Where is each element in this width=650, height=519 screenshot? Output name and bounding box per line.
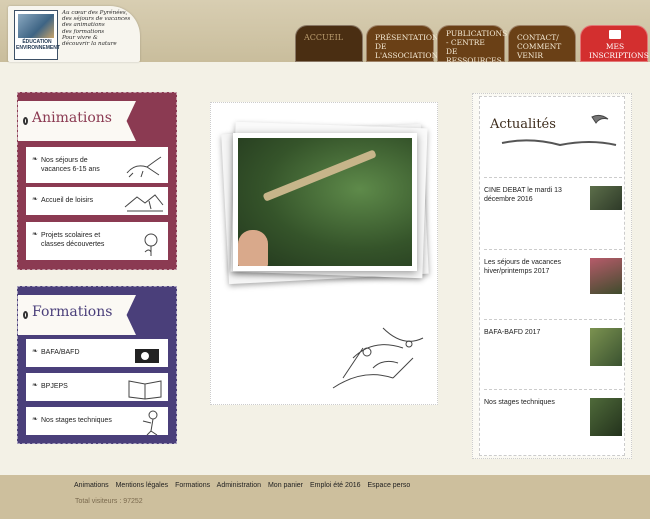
- featured-photo-panel: [210, 102, 438, 405]
- news-thumbnail: [590, 186, 622, 210]
- news-thumbnail: [590, 328, 622, 366]
- book-sketch-icon: [128, 380, 162, 400]
- logo-tagline: Au cœur des Pyrénées, des séjours de vac…: [62, 10, 140, 47]
- photo-image: [238, 138, 412, 266]
- formations-ribbon: Formations: [18, 295, 136, 335]
- animations-item-scolaires[interactable]: Projets scolaires et classes découvertes: [26, 222, 168, 260]
- item-label: BPJEPS: [41, 383, 68, 390]
- footer-link-espace-perso[interactable]: Espace perso: [368, 482, 411, 489]
- footer-link-formations[interactable]: Formations: [175, 482, 210, 489]
- person-sketch-icon: [142, 410, 158, 435]
- tab-presentation[interactable]: PRÉSENTATION DE L'ASSOCIATION: [366, 25, 439, 62]
- photo-hand: [238, 230, 268, 266]
- animations-title: Animations: [32, 110, 112, 126]
- formations-title: Formations: [32, 304, 113, 320]
- item-label: Accueil de loisirs: [41, 197, 94, 204]
- formations-item-stages[interactable]: Nos stages techniques: [26, 407, 168, 435]
- ornament-icon: [23, 117, 28, 125]
- camera-sketch-icon: [135, 349, 159, 363]
- tab-label: PUBLICATIONS - CENTRE DE RESSOURCES: [446, 29, 508, 65]
- visitor-count: Total visiteurs : 97252: [75, 498, 143, 505]
- news-thumbnail: [590, 398, 622, 436]
- tab-label: CONTACT/ COMMENT VENIR: [517, 33, 562, 60]
- bird-sketch-icon: [501, 114, 617, 147]
- news-item[interactable]: Nos stages techniques: [484, 389, 622, 451]
- item-label: BAFA/BAFD: [41, 349, 80, 356]
- flower-sketch-icon: [144, 233, 158, 256]
- site-logo[interactable]: ÉDUCATION ENVIRONNEMENT Au cœur des Pyré…: [8, 6, 140, 62]
- footer-link-panier[interactable]: Mon panier: [268, 482, 303, 489]
- formations-panel: Formations BAFA/BAFD BPJEPS Nos stages t…: [17, 286, 177, 444]
- tab-label: ACCUEIL: [304, 33, 344, 42]
- news-panel: Actualités CINE DEBAT le mardi 13 décemb…: [472, 93, 632, 459]
- animations-panel: Animations Nos séjours de vacances 6-15 …: [17, 92, 177, 270]
- news-text: CINE DEBAT le mardi 13 décembre 2016: [484, 187, 562, 203]
- plant-sketch-icon: [332, 327, 424, 389]
- news-text: Les séjours de vacances hiver/printemps …: [484, 259, 562, 275]
- item-label: Projets scolaires et classes découvertes: [41, 232, 105, 248]
- tab-publications[interactable]: PUBLICATIONS - CENTRE DE RESSOURCES: [437, 25, 508, 65]
- hare-sketch-icon: [126, 156, 162, 178]
- featured-photo[interactable]: [233, 133, 417, 271]
- animations-item-sejours[interactable]: Nos séjours de vacances 6-15 ans: [26, 147, 168, 183]
- footer-link-emploi[interactable]: Emploi été 2016: [310, 482, 361, 489]
- formations-item-bpjeps[interactable]: BPJEPS: [26, 373, 168, 401]
- site-header: ÉDUCATION ENVIRONNEMENT Au cœur des Pyré…: [0, 0, 650, 65]
- news-item[interactable]: BAFA-BAFD 2017: [484, 319, 622, 381]
- tab-contact[interactable]: CONTACT/ COMMENT VENIR: [508, 25, 576, 62]
- footer-links: Animations Mentions légales Formations A…: [74, 482, 415, 489]
- item-label: Nos stages techniques: [41, 417, 112, 424]
- news-thumbnail: [590, 258, 622, 294]
- animations-item-loisirs[interactable]: Accueil de loisirs: [26, 187, 168, 215]
- logo-emblem: ÉDUCATION ENVIRONNEMENT: [14, 10, 60, 60]
- news-item[interactable]: CINE DEBAT le mardi 13 décembre 2016: [484, 177, 622, 239]
- photo-stick: [262, 149, 377, 202]
- ornament-icon: [23, 311, 28, 319]
- logo-caption: ÉDUCATION ENVIRONNEMENT: [16, 39, 60, 51]
- logo-image: [18, 14, 54, 38]
- animations-ribbon: Animations: [18, 101, 136, 141]
- briefcase-icon: [609, 30, 621, 39]
- tab-inscriptions[interactable]: MES INSCRIPTIONS: [580, 25, 649, 62]
- tab-label: PRÉSENTATION DE L'ASSOCIATION: [375, 33, 439, 60]
- news-text: BAFA-BAFD 2017: [484, 329, 541, 336]
- footer-link-administration[interactable]: Administration: [217, 482, 261, 489]
- footer-link-mentions[interactable]: Mentions légales: [116, 482, 169, 489]
- item-label: Nos séjours de vacances 6-15 ans: [41, 157, 100, 173]
- news-item[interactable]: Les séjours de vacances hiver/printemps …: [484, 249, 622, 311]
- tagline-line: découvrir la nature: [62, 41, 117, 48]
- news-list: Actualités CINE DEBAT le mardi 13 décemb…: [479, 96, 625, 456]
- tab-accueil[interactable]: ACCUEIL: [295, 25, 363, 62]
- tab-label: MES INSCRIPTIONS: [589, 42, 649, 60]
- site-footer: Animations Mentions légales Formations A…: [0, 475, 650, 519]
- news-text: Nos stages techniques: [484, 399, 555, 406]
- footer-link-animations[interactable]: Animations: [74, 482, 109, 489]
- formations-item-bafa[interactable]: BAFA/BAFD: [26, 339, 168, 367]
- landscape-sketch-icon: [124, 194, 164, 212]
